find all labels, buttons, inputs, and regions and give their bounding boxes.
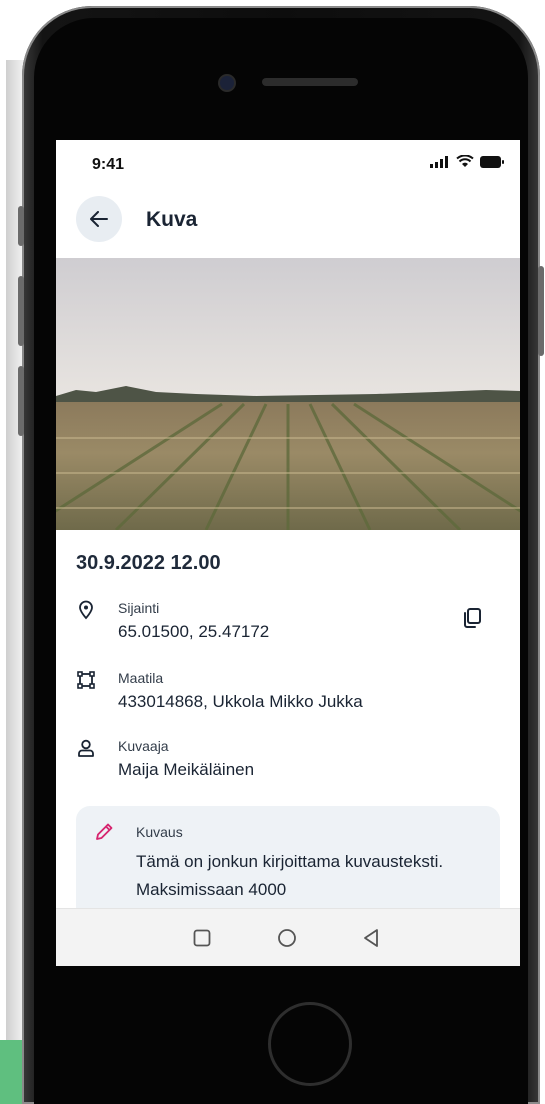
photo-datetime: 30.9.2022 12.00 (76, 552, 221, 574)
description-text: Tämä on jonkun kirjoittama kuvausteksti.… (136, 852, 444, 899)
phone-mute-switch (18, 206, 24, 246)
nav-circle-icon (278, 929, 296, 947)
signal-icon (430, 155, 448, 168)
nav-back-triangle-icon (364, 929, 378, 947)
status-time: 9:41 (92, 156, 125, 173)
location-label: Sijainti (118, 600, 160, 616)
pencil-icon[interactable] (94, 822, 114, 842)
app-header: Kuva (56, 186, 520, 246)
status-bar: 9:41 (56, 140, 520, 180)
status-icons (430, 155, 504, 168)
person-icon (78, 739, 94, 757)
phone-volume-down (18, 366, 24, 436)
location-pin-icon (79, 600, 93, 620)
field-photo (56, 258, 520, 530)
photographer-label: Kuvaaja (118, 738, 169, 754)
app-screen: 9:41 Kuva 30.9.2022 12.00 Sijainti 65.01… (56, 140, 520, 966)
copy-icon[interactable] (460, 606, 484, 630)
phone-volume-up (18, 276, 24, 346)
android-nav-bar (56, 908, 520, 966)
home-button[interactable] (268, 1002, 352, 1086)
nav-back-button[interactable] (358, 925, 384, 951)
front-camera (220, 76, 234, 90)
battery-icon (480, 155, 504, 168)
earpiece-speaker (262, 78, 358, 86)
page-title: Kuva (146, 208, 198, 231)
back-button[interactable] (76, 196, 122, 242)
nav-recents-button[interactable] (189, 925, 215, 951)
farm-value: 433014868, Ukkola Mikko Jukka (118, 692, 363, 711)
wifi-icon (456, 155, 474, 167)
description-label: Kuvaus (136, 824, 183, 840)
back-arrow-icon (90, 211, 108, 227)
farm-area-icon (77, 671, 95, 689)
nav-home-button[interactable] (274, 925, 300, 951)
nav-square-icon (193, 929, 211, 947)
location-value: 65.01500, 25.47172 (118, 622, 270, 641)
photographer-value: Maija Meikäläinen (118, 760, 255, 779)
phone-power-button (538, 266, 544, 356)
farm-label: Maatila (118, 670, 164, 686)
